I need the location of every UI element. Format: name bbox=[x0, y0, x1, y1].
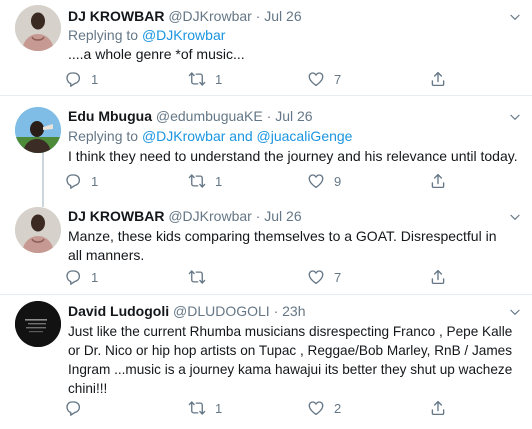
thread-line bbox=[42, 152, 44, 197]
chevron-down-icon[interactable] bbox=[508, 110, 522, 124]
dot-separator: · bbox=[251, 208, 265, 224]
dot-separator: · bbox=[251, 8, 265, 24]
reply-button[interactable]: 1 bbox=[64, 267, 98, 287]
like-count: 7 bbox=[334, 71, 342, 87]
tweet-text: ....a whole genre *of music... bbox=[68, 46, 245, 62]
display-name[interactable]: Edu Mbugua bbox=[68, 108, 152, 124]
retweet-icon bbox=[188, 399, 206, 417]
chevron-down-icon[interactable] bbox=[508, 10, 522, 24]
like-button[interactable]: 7 bbox=[307, 267, 341, 287]
timestamp[interactable]: 23h bbox=[282, 303, 305, 319]
tweet[interactable]: DJ KROWBAR @DJKrowbar · Jul 26 Manze, th… bbox=[0, 197, 532, 294]
handle[interactable]: @DLUDOGOLI bbox=[173, 303, 270, 319]
tweet-actions: 1 2 bbox=[60, 398, 460, 418]
tweet-actions: 1 7 bbox=[60, 267, 460, 287]
replying-to-label: Replying to bbox=[68, 128, 142, 144]
tweet-actions: 1 1 9 bbox=[60, 171, 460, 191]
timestamp[interactable]: Jul 26 bbox=[275, 108, 312, 124]
tweet[interactable]: David Ludogoli @DLUDOGOLI · 23h Just lik… bbox=[0, 294, 532, 429]
replying-to-link[interactable]: @DJKrowbar bbox=[142, 27, 225, 43]
like-count: 2 bbox=[334, 400, 342, 416]
reply-icon bbox=[64, 268, 82, 286]
display-name[interactable]: DJ KROWBAR bbox=[68, 208, 164, 224]
heart-icon bbox=[307, 172, 325, 190]
retweet-icon bbox=[188, 172, 206, 190]
tweet-header: DJ KROWBAR @DJKrowbar · Jul 26 bbox=[68, 8, 302, 25]
share-icon bbox=[429, 172, 447, 190]
display-name[interactable]: DJ KROWBAR bbox=[68, 8, 164, 24]
chevron-down-icon[interactable] bbox=[508, 305, 522, 319]
share-icon bbox=[429, 399, 447, 417]
avatar[interactable] bbox=[15, 107, 61, 153]
tweet[interactable]: Edu Mbugua @edumbuguaKE · Jul 26 Replyin… bbox=[0, 95, 532, 197]
timestamp[interactable]: Jul 26 bbox=[264, 208, 301, 224]
replying-to: Replying to @DJKrowbar bbox=[68, 27, 225, 44]
avatar[interactable] bbox=[15, 207, 61, 253]
tweet-header: David Ludogoli @DLUDOGOLI · 23h bbox=[68, 303, 306, 320]
timestamp[interactable]: Jul 26 bbox=[264, 8, 301, 24]
like-button[interactable]: 9 bbox=[307, 171, 341, 191]
heart-icon bbox=[307, 268, 325, 286]
share-icon bbox=[429, 70, 447, 88]
share-button[interactable] bbox=[429, 171, 447, 191]
retweet-button[interactable]: 1 bbox=[188, 171, 222, 191]
handle[interactable]: @edumbuguaKE bbox=[156, 108, 263, 124]
reply-count: 1 bbox=[91, 269, 99, 285]
like-button[interactable]: 2 bbox=[307, 398, 341, 418]
handle[interactable]: @DJKrowbar bbox=[168, 8, 251, 24]
replying-to: Replying to @DJKrowbar and @juacaliGenge bbox=[68, 128, 352, 145]
retweet-button[interactable]: 1 bbox=[188, 69, 222, 89]
tweet[interactable]: DJ KROWBAR @DJKrowbar · Jul 26 Replying … bbox=[0, 0, 532, 95]
retweet-count: 1 bbox=[215, 400, 223, 416]
like-count: 7 bbox=[334, 269, 342, 285]
like-count: 9 bbox=[334, 173, 342, 189]
reply-button[interactable]: 1 bbox=[64, 69, 98, 89]
retweet-button[interactable] bbox=[188, 267, 215, 287]
tweet-actions: 1 1 7 bbox=[60, 69, 460, 89]
retweet-icon bbox=[188, 70, 206, 88]
heart-icon bbox=[307, 399, 325, 417]
like-button[interactable]: 7 bbox=[307, 69, 341, 89]
tweet-text: I think they need to understand the jour… bbox=[68, 148, 518, 164]
thread-line bbox=[42, 197, 44, 207]
retweet-count: 1 bbox=[215, 173, 223, 189]
replying-to-link[interactable]: @DJKrowbar and @juacaliGenge bbox=[142, 128, 353, 144]
reply-icon bbox=[64, 399, 82, 417]
tweet-header: Edu Mbugua @edumbuguaKE · Jul 26 bbox=[68, 108, 313, 125]
dot-separator: · bbox=[269, 303, 283, 319]
reply-button[interactable] bbox=[64, 398, 91, 418]
retweet-button[interactable]: 1 bbox=[188, 398, 222, 418]
tweet-text: Just like the current Rhumba musicians d… bbox=[68, 324, 513, 396]
reply-icon bbox=[64, 70, 82, 88]
replying-to-label: Replying to bbox=[68, 27, 142, 43]
share-icon bbox=[429, 268, 447, 286]
retweet-icon bbox=[188, 268, 206, 286]
share-button[interactable] bbox=[429, 398, 447, 418]
tweet-text: Manze, these kids comparing themselves t… bbox=[68, 228, 497, 263]
dot-separator: · bbox=[262, 108, 276, 124]
share-button[interactable] bbox=[429, 69, 447, 89]
reply-count: 1 bbox=[91, 173, 99, 189]
chevron-down-icon[interactable] bbox=[508, 210, 522, 224]
tweet-header: DJ KROWBAR @DJKrowbar · Jul 26 bbox=[68, 208, 302, 225]
avatar[interactable] bbox=[15, 5, 61, 51]
reply-count: 1 bbox=[91, 71, 99, 87]
handle[interactable]: @DJKrowbar bbox=[168, 208, 251, 224]
reply-icon bbox=[64, 172, 82, 190]
heart-icon bbox=[307, 70, 325, 88]
retweet-count: 1 bbox=[215, 71, 223, 87]
share-button[interactable] bbox=[429, 267, 447, 287]
display-name[interactable]: David Ludogoli bbox=[68, 303, 169, 319]
avatar[interactable] bbox=[15, 301, 61, 347]
reply-button[interactable]: 1 bbox=[64, 171, 98, 191]
